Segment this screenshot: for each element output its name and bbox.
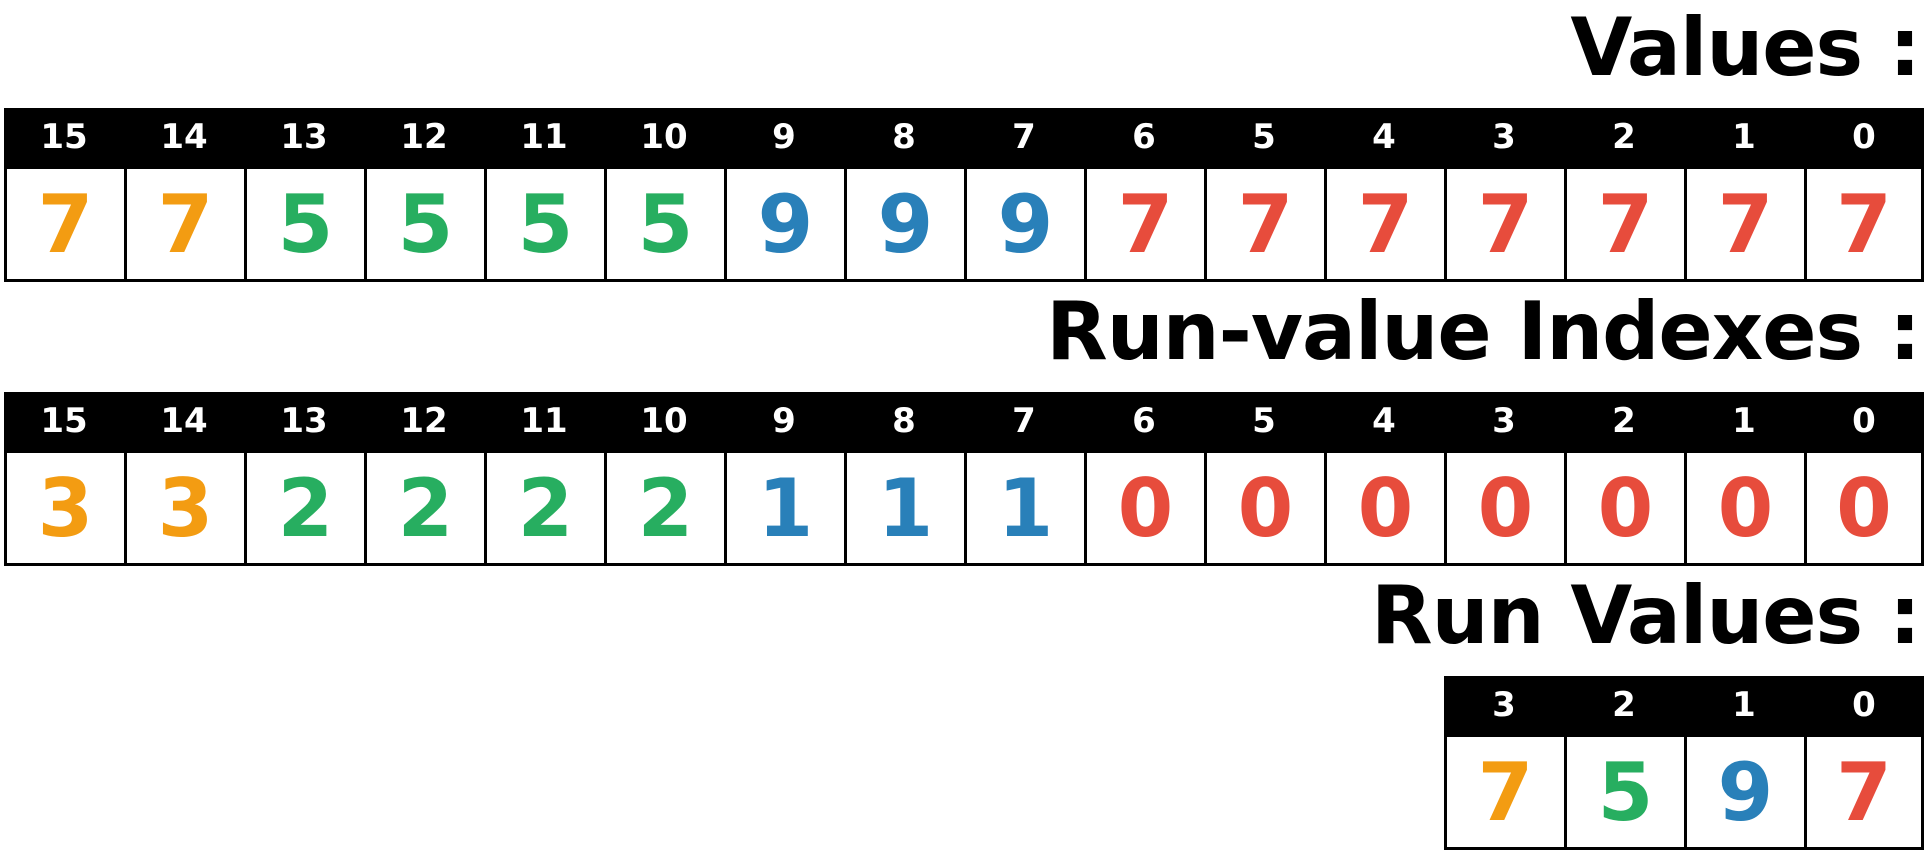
run-value-indexes-index-label: 2 — [1564, 392, 1684, 450]
run-value-indexes-index-label: 0 — [1804, 392, 1924, 450]
run-value-indexes-value-cell: 2 — [484, 450, 604, 566]
run-value-indexes-index-label: 5 — [1204, 392, 1324, 450]
run-values-index-label: 0 — [1804, 676, 1924, 734]
values-value-cell: 7 — [4, 166, 124, 282]
values-value-cell: 5 — [364, 166, 484, 282]
values-value-cell: 5 — [244, 166, 364, 282]
values-value-cell: 5 — [484, 166, 604, 282]
run-value-indexes-array: 3322221110000000 — [4, 450, 1924, 566]
run-values-value-cell: 7 — [1444, 734, 1564, 850]
run-value-indexes-index-label: 1 — [1684, 392, 1804, 450]
run-values-array: 7597 — [1444, 734, 1924, 850]
run-value-indexes-value-cell: 2 — [364, 450, 484, 566]
run-value-indexes-value-cell: 1 — [724, 450, 844, 566]
run-value-indexes-index-label: 6 — [1084, 392, 1204, 450]
values-value-cell: 7 — [1804, 166, 1924, 282]
run-value-indexes-value-cell: 0 — [1444, 450, 1564, 566]
values-value-cell: 5 — [604, 166, 724, 282]
values-value-cell: 7 — [1204, 166, 1324, 282]
run-value-indexes-value-cell: 1 — [964, 450, 1084, 566]
values-array: 7755559997777777 — [4, 166, 1924, 282]
run-value-indexes-index-label: 12 — [364, 392, 484, 450]
values-title: Values : — [1570, 1, 1921, 94]
run-value-indexes-index-label: 3 — [1444, 392, 1564, 450]
values-index-label: 7 — [964, 108, 1084, 166]
run-value-indexes-index-label: 14 — [124, 392, 244, 450]
values-index-label: 0 — [1804, 108, 1924, 166]
run-value-indexes-value-cell: 0 — [1684, 450, 1804, 566]
values-value-cell: 9 — [724, 166, 844, 282]
run-value-indexes-value-cell: 0 — [1324, 450, 1444, 566]
values-value-cell: 7 — [124, 166, 244, 282]
values-index-label: 14 — [124, 108, 244, 166]
values-value-cell: 9 — [844, 166, 964, 282]
values-index-label: 13 — [244, 108, 364, 166]
run-value-indexes-index-label: 13 — [244, 392, 364, 450]
run-values-index-label: 3 — [1444, 676, 1564, 734]
values-value-cell: 7 — [1684, 166, 1804, 282]
values-value-cell: 7 — [1324, 166, 1444, 282]
run-value-indexes-value-cell: 2 — [604, 450, 724, 566]
values-index-label: 12 — [364, 108, 484, 166]
run-values-value-cell: 5 — [1564, 734, 1684, 850]
run-value-indexes-index-label: 8 — [844, 392, 964, 450]
values-index-label: 3 — [1444, 108, 1564, 166]
values-index-label: 8 — [844, 108, 964, 166]
run-values-index-label: 2 — [1564, 676, 1684, 734]
values-index-label: 2 — [1564, 108, 1684, 166]
run-value-indexes-value-cell: 1 — [844, 450, 964, 566]
run-value-indexes-value-cell: 0 — [1084, 450, 1204, 566]
values-value-cell: 9 — [964, 166, 1084, 282]
run-value-indexes-value-cell: 3 — [4, 450, 124, 566]
run-value-indexes-value-cell: 0 — [1564, 450, 1684, 566]
run-value-indexes-value-cell: 0 — [1204, 450, 1324, 566]
run-values-value-cell: 9 — [1684, 734, 1804, 850]
values-index-label: 5 — [1204, 108, 1324, 166]
run-value-indexes-index-label: 4 — [1324, 392, 1444, 450]
values-index-header: 15 14 13 12 11 10 9 8 7 6 5 4 3 2 1 0 — [4, 108, 1924, 166]
run-value-indexes-index-label: 10 — [604, 392, 724, 450]
run-value-indexes-index-label: 15 — [4, 392, 124, 450]
run-value-indexes-index-label: 11 — [484, 392, 604, 450]
values-index-label: 4 — [1324, 108, 1444, 166]
run-value-indexes-index-label: 9 — [724, 392, 844, 450]
values-index-label: 11 — [484, 108, 604, 166]
values-value-cell: 7 — [1084, 166, 1204, 282]
run-values-value-cell: 7 — [1804, 734, 1924, 850]
values-index-label: 9 — [724, 108, 844, 166]
run-value-indexes-value-cell: 3 — [124, 450, 244, 566]
values-index-label: 1 — [1684, 108, 1804, 166]
values-index-label: 10 — [604, 108, 724, 166]
run-values-title: Run Values : — [1371, 569, 1921, 662]
values-index-label: 6 — [1084, 108, 1204, 166]
run-value-indexes-value-cell: 2 — [244, 450, 364, 566]
run-value-indexes-value-cell: 0 — [1804, 450, 1924, 566]
run-values-index-header: 3210 — [1444, 676, 1924, 734]
values-value-cell: 7 — [1444, 166, 1564, 282]
run-value-indexes-title: Run-value Indexes : — [1046, 285, 1921, 378]
run-value-indexes-index-label: 7 — [964, 392, 1084, 450]
values-index-label: 15 — [4, 108, 124, 166]
run-value-indexes-index-header: 15 14 13 12 11 10 9 8 7 6 5 4 3 2 1 0 — [4, 392, 1924, 450]
run-values-index-label: 1 — [1684, 676, 1804, 734]
values-value-cell: 7 — [1564, 166, 1684, 282]
